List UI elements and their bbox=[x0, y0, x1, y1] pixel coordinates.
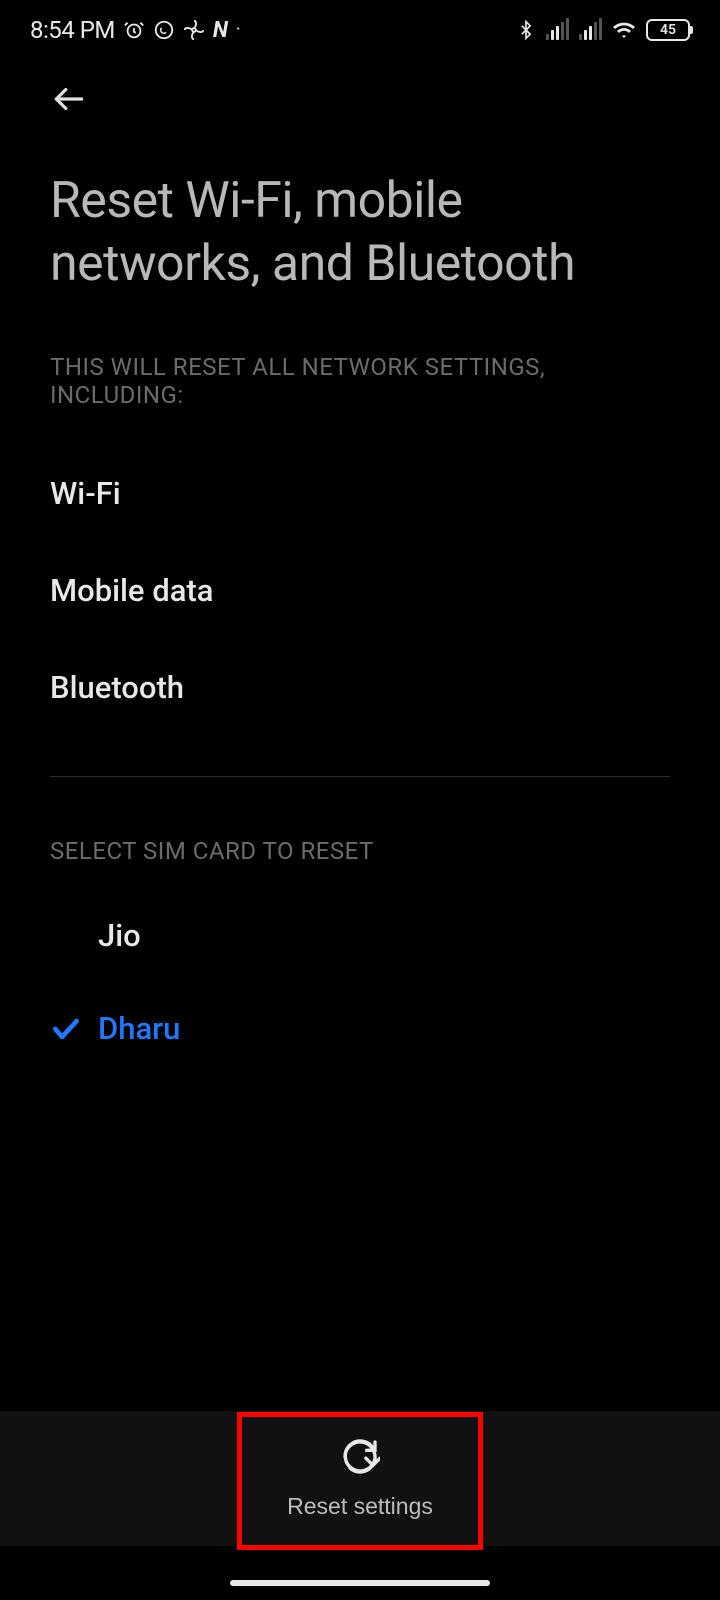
sim-option-jio[interactable]: Jio bbox=[50, 889, 670, 982]
status-time: 8:54 PM bbox=[30, 16, 115, 44]
signal-sim2-icon bbox=[579, 20, 602, 40]
fan-icon bbox=[183, 19, 205, 41]
wifi-icon bbox=[612, 18, 636, 42]
reset-icon bbox=[340, 1437, 380, 1483]
reset-item-bluetooth: Bluetooth bbox=[50, 639, 670, 736]
status-bar: 8:54 PM N · 45 bbox=[0, 0, 720, 52]
bluetooth-icon bbox=[516, 20, 536, 40]
whatsapp-icon bbox=[153, 19, 175, 41]
sim-label: Jio bbox=[98, 917, 141, 954]
page-title: Reset Wi-Fi, mobile networks, and Blueto… bbox=[0, 122, 720, 295]
back-button[interactable] bbox=[50, 103, 88, 122]
n-icon: N bbox=[213, 18, 228, 43]
more-dot-icon: · bbox=[236, 21, 241, 39]
status-right: 45 bbox=[516, 18, 690, 42]
reset-includes-header: THIS WILL RESET ALL NETWORK SETTINGS, IN… bbox=[0, 295, 720, 409]
sim-select-header: SELECT SIM CARD TO RESET bbox=[0, 777, 720, 865]
reset-item-wifi: Wi-Fi bbox=[50, 445, 670, 542]
reset-button-label: Reset settings bbox=[287, 1493, 433, 1520]
sim-label: Dharu bbox=[98, 1010, 180, 1047]
reset-list: Wi-Fi Mobile data Bluetooth bbox=[0, 409, 720, 736]
sim-list: Jio Dharu bbox=[0, 865, 720, 1075]
status-left: 8:54 PM N · bbox=[30, 16, 241, 44]
gesture-nav-bar[interactable] bbox=[230, 1580, 490, 1586]
battery-level: 45 bbox=[660, 22, 676, 38]
toolbar bbox=[0, 52, 720, 122]
signal-sim1-icon bbox=[546, 20, 569, 40]
battery-icon: 45 bbox=[646, 19, 690, 41]
check-icon bbox=[50, 1013, 98, 1045]
reset-settings-button[interactable]: Reset settings bbox=[237, 1414, 483, 1544]
sim-option-dharu[interactable]: Dharu bbox=[50, 982, 670, 1075]
alarm-icon bbox=[123, 19, 145, 41]
reset-item-mobile-data: Mobile data bbox=[50, 542, 670, 639]
bottom-action-bar: Reset settings bbox=[0, 1411, 720, 1546]
